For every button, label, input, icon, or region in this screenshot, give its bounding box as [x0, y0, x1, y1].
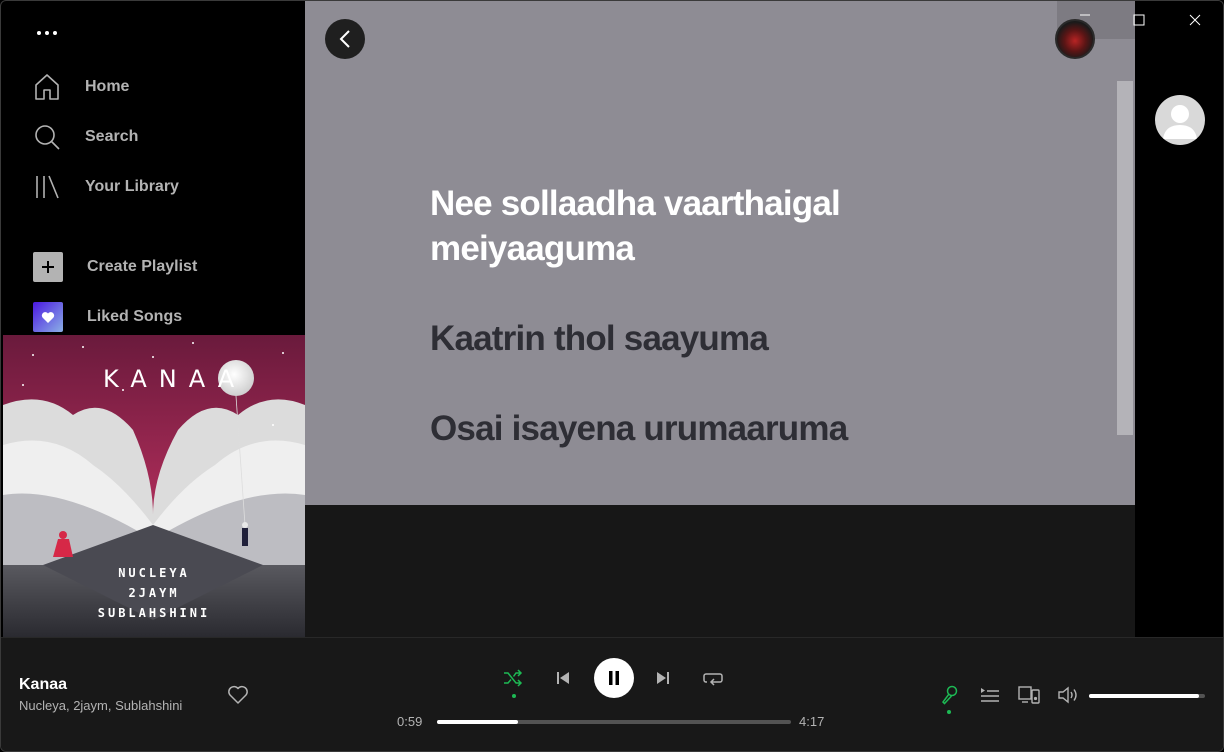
volume-slider[interactable]: [1089, 694, 1205, 698]
lyric-line[interactable]: Osai isayena urumaaruma: [430, 406, 1050, 451]
plus-icon: [33, 252, 63, 282]
lyrics-button[interactable]: [939, 684, 961, 706]
next-button[interactable]: [651, 666, 675, 690]
progress-fill: [437, 720, 519, 724]
current-time: 0:59: [397, 714, 423, 729]
minimize-button[interactable]: [1071, 7, 1099, 33]
microphone-icon: [942, 685, 958, 705]
volume-icon: [1058, 686, 1077, 704]
queue-icon: [981, 688, 999, 702]
queue-button[interactable]: [979, 684, 1001, 706]
search-icon: [33, 123, 61, 151]
lyrics-footer: [305, 505, 1135, 637]
lyrics-active-dot: [947, 710, 951, 714]
track-artists[interactable]: Nucleya, 2jaym, Sublahshini: [19, 698, 182, 713]
user-avatar[interactable]: [1155, 95, 1205, 145]
skip-forward-icon: [657, 672, 669, 684]
spotify-window: Home Search Your Library Create Playlist: [0, 0, 1224, 752]
user-icon: [1163, 105, 1197, 139]
lyrics-view: Nee sollaadha vaarthaigal meiyaaguma Kaa…: [305, 1, 1135, 505]
nav-search[interactable]: Search: [33, 119, 138, 155]
nav-library[interactable]: Your Library: [33, 169, 179, 205]
right-panel: [1135, 1, 1223, 637]
close-button[interactable]: [1181, 7, 1209, 33]
lyrics-scrollbar[interactable]: [1117, 81, 1133, 435]
maximize-icon: [1133, 14, 1145, 26]
more-dots-icon[interactable]: [33, 27, 61, 39]
maximize-button[interactable]: [1125, 7, 1153, 33]
lyric-line-active[interactable]: Nee sollaadha vaarthaigal meiyaaguma: [430, 181, 1050, 271]
minimize-icon: [1080, 14, 1090, 16]
repeat-button[interactable]: [701, 666, 725, 690]
pause-icon: [609, 671, 619, 685]
library-icon: [33, 173, 61, 201]
album-art-title: KANAA: [103, 365, 247, 393]
pause-button[interactable]: [594, 658, 634, 698]
nav-home-label: Home: [85, 78, 130, 95]
album-art[interactable]: KANAA NUCLEYA 2JAYM SUBLAHSHINI: [3, 335, 305, 637]
create-playlist-button[interactable]: Create Playlist: [33, 249, 197, 285]
liked-songs-label: Liked Songs: [87, 308, 183, 325]
repeat-icon: [703, 673, 723, 686]
home-icon: [33, 73, 61, 101]
liked-songs-button[interactable]: Liked Songs: [33, 299, 182, 335]
connect-device-button[interactable]: [1017, 684, 1041, 706]
volume-fill: [1089, 694, 1200, 698]
shuffle-button[interactable]: [501, 666, 525, 690]
album-art-artists: NUCLEYA 2JAYM SUBLAHSHINI: [3, 563, 305, 623]
total-time: 4:17: [799, 714, 825, 729]
shuffle-icon: [504, 669, 523, 687]
previous-button[interactable]: [551, 666, 575, 690]
lyric-line[interactable]: Kaatrin thol saayuma: [430, 316, 1050, 361]
heart-filled-icon: [33, 302, 63, 332]
create-playlist-label: Create Playlist: [87, 258, 198, 275]
nav-library-label: Your Library: [85, 178, 179, 195]
album-art-artist: NUCLEYA: [118, 566, 190, 580]
skip-back-icon: [557, 672, 569, 684]
chevron-left-icon: [339, 30, 350, 48]
devices-icon: [1018, 686, 1040, 704]
heart-icon[interactable]: [227, 684, 249, 706]
progress-bar[interactable]: [437, 720, 791, 724]
track-title[interactable]: Kanaa: [19, 676, 67, 694]
volume-button[interactable]: [1057, 684, 1081, 706]
nav-search-label: Search: [85, 128, 139, 145]
player-bar: Kanaa Nucleya, 2jaym, Sublahshini 0:59 4…: [1, 637, 1223, 751]
back-button[interactable]: [325, 19, 365, 59]
album-art-artist: 2JAYM: [128, 586, 180, 600]
close-icon: [1189, 14, 1201, 26]
nav-home[interactable]: Home: [33, 69, 129, 105]
shuffle-active-dot: [512, 694, 516, 698]
lyrics-list: Nee sollaadha vaarthaigal meiyaaguma Kaa…: [430, 181, 1050, 496]
album-art-artist: SUBLAHSHINI: [97, 606, 211, 620]
